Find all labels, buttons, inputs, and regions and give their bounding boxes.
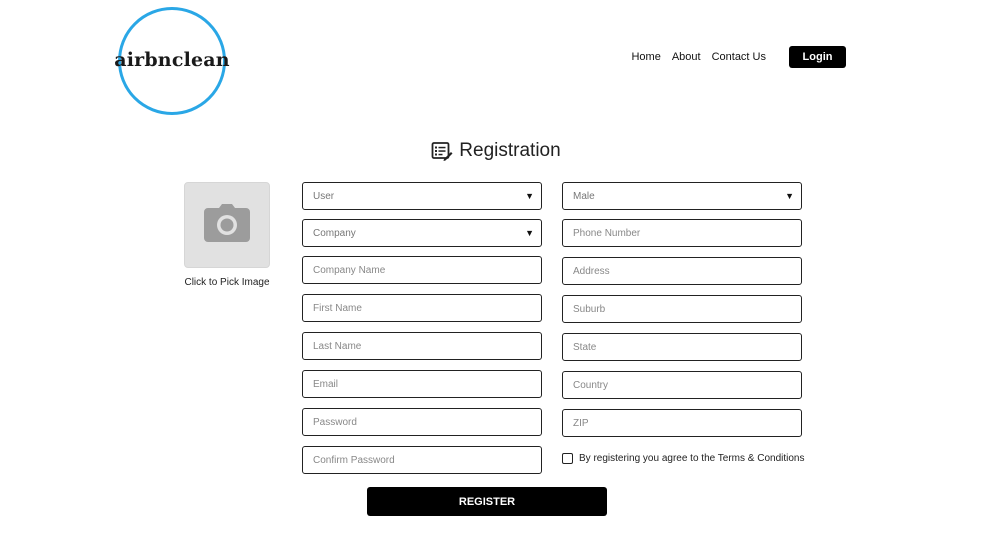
camera-icon [204, 203, 250, 247]
nav-link-about[interactable]: About [672, 51, 701, 63]
company-select[interactable]: Company ▼ [302, 219, 542, 247]
confirm-password-input[interactable]: Confirm Password [302, 446, 542, 474]
country-input[interactable]: Country [562, 371, 802, 399]
nav-link-contact-us[interactable]: Contact Us [712, 51, 766, 63]
terms-label: By registering you agree to the Terms & … [579, 453, 805, 464]
list-edit-icon [431, 140, 453, 162]
nav-link-home[interactable]: Home [631, 51, 660, 63]
address-input[interactable]: Address [562, 257, 802, 285]
page-title: Registration [459, 140, 561, 161]
caret-down-icon: ▼ [525, 228, 534, 238]
gender-select-value: Male [573, 190, 595, 202]
email-input[interactable]: Email [302, 370, 542, 398]
caret-down-icon: ▼ [525, 191, 534, 201]
user-type-value: User [313, 190, 335, 202]
last-name-input[interactable]: Last Name [302, 332, 542, 360]
first-name-input[interactable]: First Name [302, 294, 542, 322]
company-name-input[interactable]: Company Name [302, 256, 542, 284]
user-type-select[interactable]: User ▼ [302, 182, 542, 210]
terms-row: By registering you agree to the Terms & … [562, 453, 805, 464]
suburb-input[interactable]: Suburb [562, 295, 802, 323]
phone-number-input[interactable]: Phone Number [562, 219, 802, 247]
image-picker-label: Click to Pick Image [184, 277, 270, 288]
password-input[interactable]: Password [302, 408, 542, 436]
caret-down-icon: ▼ [785, 191, 794, 201]
terms-checkbox[interactable] [562, 453, 573, 464]
brand-logo[interactable]: airbnclean [114, 7, 230, 115]
company-select-value: Company [313, 227, 356, 239]
page-header: Registration [0, 140, 1002, 162]
login-button[interactable]: Login [789, 46, 846, 68]
zip-input[interactable]: ZIP [562, 409, 802, 437]
top-nav: Home About Contact Us Login [631, 46, 846, 68]
gender-select[interactable]: Male ▼ [562, 182, 802, 210]
image-picker[interactable] [184, 182, 270, 268]
register-button[interactable]: REGISTER [367, 487, 607, 516]
state-input[interactable]: State [562, 333, 802, 361]
brand-logo-text: airbnclean [114, 49, 230, 71]
